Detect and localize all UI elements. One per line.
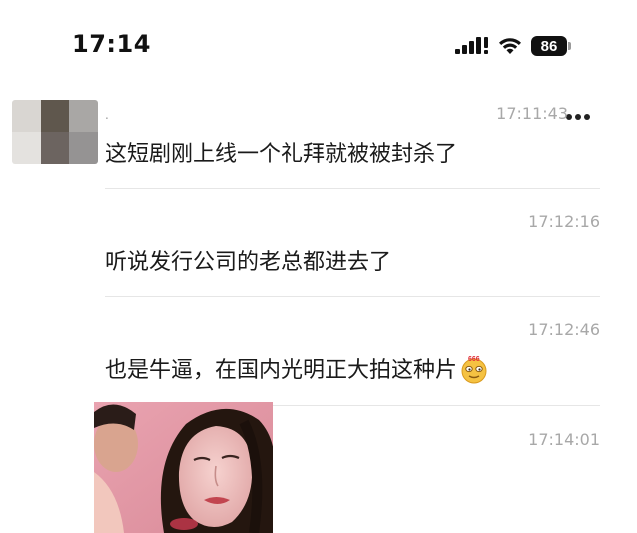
wifi-icon bbox=[497, 36, 523, 56]
svg-text:666: 666 bbox=[468, 356, 480, 363]
message-item: 17:12:46 也是牛逼，在国内光明正大拍这种片 666 bbox=[105, 298, 600, 408]
battery-level: 86 bbox=[531, 36, 567, 56]
status-time: 17:14 bbox=[72, 30, 151, 58]
message-text: 这短剧刚上线一个礼拜就被被封杀了 bbox=[105, 142, 458, 167]
message-text-row: 也是牛逼，在国内光明正大拍这种片 666 bbox=[105, 352, 489, 386]
message-time: 17:14:01 bbox=[528, 430, 600, 449]
divider bbox=[105, 296, 600, 297]
message-time: 17:11:43 bbox=[496, 104, 568, 123]
message-text: 听说发行公司的老总都进去了 bbox=[105, 250, 392, 275]
message-item: 17:11:43 这短剧刚上线一个礼拜就被被封杀了 bbox=[105, 100, 600, 190]
photo-thumbnail[interactable] bbox=[94, 402, 273, 533]
divider bbox=[105, 188, 600, 189]
signal-icon bbox=[455, 36, 489, 56]
666-emoji-icon: 666 bbox=[459, 354, 489, 384]
message-item: 17:12:16 听说发行公司的老总都进去了 bbox=[105, 190, 600, 300]
status-icons: 86 bbox=[455, 34, 571, 58]
message-time: 17:12:46 bbox=[528, 320, 600, 339]
message-text: 也是牛逼，在国内光明正大拍这种片 bbox=[105, 358, 458, 383]
message-time: 17:12:16 bbox=[528, 212, 600, 231]
battery-icon: 86 bbox=[531, 36, 571, 56]
chat-screen: 17:14 86 . 17:11:43 这短剧刚上线一个礼拜就被被封杀了 17:… bbox=[0, 0, 637, 533]
avatar[interactable] bbox=[12, 100, 98, 164]
